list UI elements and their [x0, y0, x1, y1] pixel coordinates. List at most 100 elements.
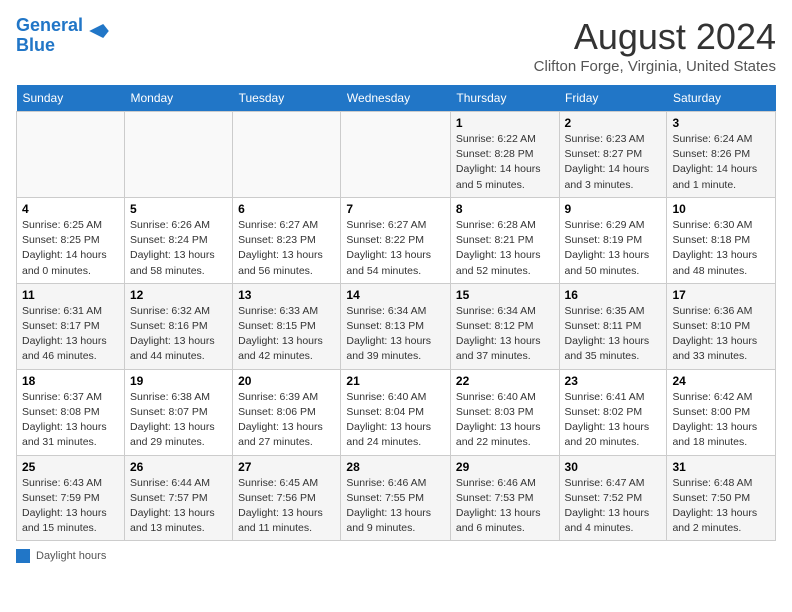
day-info: Sunrise: 6:29 AMSunset: 8:19 PMDaylight:…: [565, 218, 662, 279]
calendar-cell: 16Sunrise: 6:35 AMSunset: 8:11 PMDayligh…: [559, 283, 667, 369]
calendar-cell: [233, 112, 341, 198]
calendar-day-header: Wednesday: [341, 85, 451, 112]
day-number: 15: [456, 288, 554, 302]
day-number: 6: [238, 202, 335, 216]
calendar-cell: 23 Sunrise: 6:41 AMSunset: 8:02 PMDayligh…: [559, 369, 667, 455]
day-number: 4: [22, 202, 119, 216]
day-number: 5: [130, 202, 227, 216]
calendar-cell: 28 Sunrise: 6:46 AMSunset: 7:55 PMDayligh…: [341, 455, 451, 541]
day-info: Sunrise: 6:31 AMSunset: 8:17 PMDaylight:…: [22, 304, 119, 365]
day-number: 22: [456, 374, 554, 388]
day-number: 10: [672, 202, 770, 216]
calendar-day-header: Monday: [124, 85, 232, 112]
location-title: Clifton Forge, Virginia, United States: [534, 58, 776, 75]
day-number: 18: [22, 374, 119, 388]
calendar-cell: 14 Sunrise: 6:34 AMSunset: 8:13 PMDayligh…: [341, 283, 451, 369]
day-number: 23: [565, 374, 662, 388]
day-info: Sunrise: 6:44 AMSunset: 7:57 PMDaylight:…: [130, 476, 227, 537]
day-number: 14: [346, 288, 445, 302]
day-number: 7: [346, 202, 445, 216]
day-number: 24: [672, 374, 770, 388]
day-number: 3: [672, 116, 770, 130]
day-info: Sunrise: 6:27 AMSunset: 8:23 PMDaylight:…: [238, 218, 335, 279]
calendar-cell: 27Sunrise: 6:45 AMSunset: 7:56 PMDayligh…: [233, 455, 341, 541]
calendar-cell: 31 Sunrise: 6:48 AMSunset: 7:50 PMDayligh…: [667, 455, 776, 541]
calendar-cell: 29 Sunrise: 6:46 AMSunset: 7:53 PMDayligh…: [450, 455, 559, 541]
day-number: 27: [238, 460, 335, 474]
day-info: Sunrise: 6:46 AMSunset: 7:55 PMDaylight:…: [346, 476, 445, 537]
calendar-day-header: Sunday: [17, 85, 125, 112]
day-number: 12: [130, 288, 227, 302]
day-number: 9: [565, 202, 662, 216]
calendar-cell: 11Sunrise: 6:31 AMSunset: 8:17 PMDayligh…: [17, 283, 125, 369]
calendar-cell: 17 Sunrise: 6:36 AMSunset: 8:10 PMDayligh…: [667, 283, 776, 369]
day-info: Sunrise: 6:27 AMSunset: 8:22 PMDaylight:…: [346, 218, 445, 279]
day-info: Sunrise: 6:37 AMSunset: 8:08 PMDaylight:…: [22, 390, 119, 451]
day-number: 20: [238, 374, 335, 388]
day-number: 29: [456, 460, 554, 474]
day-number: 1: [456, 116, 554, 130]
calendar-cell: 9 Sunrise: 6:29 AMSunset: 8:19 PMDaylight…: [559, 197, 667, 283]
day-info: Sunrise: 6:41 AMSunset: 8:02 PMDaylight:…: [565, 390, 662, 451]
day-info: Sunrise: 6:30 AMSunset: 8:18 PMDaylight:…: [672, 218, 770, 279]
day-number: 28: [346, 460, 445, 474]
day-info: Sunrise: 6:32 AMSunset: 8:16 PMDaylight:…: [130, 304, 227, 365]
day-number: 21: [346, 374, 445, 388]
day-info: Sunrise: 6:23 AMSunset: 8:27 PMDaylight:…: [565, 132, 662, 193]
day-info: Sunrise: 6:46 AMSunset: 7:53 PMDaylight:…: [456, 476, 554, 537]
day-info: Sunrise: 6:43 AMSunset: 7:59 PMDaylight:…: [22, 476, 119, 537]
calendar-cell: 26 Sunrise: 6:44 AMSunset: 7:57 PMDayligh…: [124, 455, 232, 541]
day-info: Sunrise: 6:25 AMSunset: 8:25 PMDaylight:…: [22, 218, 119, 279]
calendar-cell: 18 Sunrise: 6:37 AMSunset: 8:08 PMDayligh…: [17, 369, 125, 455]
calendar-cell: 4 Sunrise: 6:25 AMSunset: 8:25 PMDaylight…: [17, 197, 125, 283]
day-info: Sunrise: 6:34 AMSunset: 8:13 PMDaylight:…: [346, 304, 445, 365]
calendar-cell: 24Sunrise: 6:42 AMSunset: 8:00 PMDayligh…: [667, 369, 776, 455]
day-info: Sunrise: 6:33 AMSunset: 8:15 PMDaylight:…: [238, 304, 335, 365]
calendar-cell: 3 Sunrise: 6:24 AMSunset: 8:26 PMDaylight…: [667, 112, 776, 198]
day-info: Sunrise: 6:28 AMSunset: 8:21 PMDaylight:…: [456, 218, 554, 279]
day-info: Sunrise: 6:36 AMSunset: 8:10 PMDaylight:…: [672, 304, 770, 365]
title-area: August 2024 Clifton Forge, Virginia, Uni…: [534, 16, 776, 75]
calendar-table: SundayMondayTuesdayWednesdayThursdayFrid…: [16, 85, 776, 541]
day-info: Sunrise: 6:26 AMSunset: 8:24 PMDaylight:…: [130, 218, 227, 279]
day-number: 17: [672, 288, 770, 302]
page-header: General Blue August 2024 Clifton Forge, …: [16, 16, 776, 75]
day-info: Sunrise: 6:40 AMSunset: 8:04 PMDaylight:…: [346, 390, 445, 451]
calendar-cell: 25 Sunrise: 6:43 AMSunset: 7:59 PMDayligh…: [17, 455, 125, 541]
day-number: 26: [130, 460, 227, 474]
day-number: 31: [672, 460, 770, 474]
day-info: Sunrise: 6:47 AMSunset: 7:52 PMDaylight:…: [565, 476, 662, 537]
day-info: Sunrise: 6:22 AMSunset: 8:28 PMDaylight:…: [456, 132, 554, 193]
legend-color-box: [16, 549, 30, 563]
calendar-cell: 21 Sunrise: 6:40 AMSunset: 8:04 PMDayligh…: [341, 369, 451, 455]
day-number: 25: [22, 460, 119, 474]
calendar-cell: 7 Sunrise: 6:27 AMSunset: 8:22 PMDaylight…: [341, 197, 451, 283]
day-info: Sunrise: 6:24 AMSunset: 8:26 PMDaylight:…: [672, 132, 770, 193]
day-info: Sunrise: 6:38 AMSunset: 8:07 PMDaylight:…: [130, 390, 227, 451]
calendar-cell: 30 Sunrise: 6:47 AMSunset: 7:52 PMDayligh…: [559, 455, 667, 541]
day-number: 16: [565, 288, 662, 302]
calendar-cell: 10 Sunrise: 6:30 AMSunset: 8:18 PMDayligh…: [667, 197, 776, 283]
day-number: 8: [456, 202, 554, 216]
legend-area: Daylight hours: [16, 549, 776, 563]
logo-text: General Blue: [16, 16, 83, 56]
calendar-cell: 5 Sunrise: 6:26 AMSunset: 8:24 PMDaylight…: [124, 197, 232, 283]
day-number: 30: [565, 460, 662, 474]
calendar-cell: 1 Sunrise: 6:22 AMSunset: 8:28 PMDaylight…: [450, 112, 559, 198]
calendar-cell: 20 Sunrise: 6:39 AMSunset: 8:06 PMDayligh…: [233, 369, 341, 455]
day-number: 2: [565, 116, 662, 130]
month-title: August 2024: [534, 16, 776, 58]
logo: General Blue: [16, 16, 113, 56]
calendar-cell: 2 Sunrise: 6:23 AMSunset: 8:27 PMDaylight…: [559, 112, 667, 198]
calendar-cell: 8 Sunrise: 6:28 AMSunset: 8:21 PMDaylight…: [450, 197, 559, 283]
calendar-cell: 19Sunrise: 6:38 AMSunset: 8:07 PMDayligh…: [124, 369, 232, 455]
day-info: Sunrise: 6:39 AMSunset: 8:06 PMDaylight:…: [238, 390, 335, 451]
calendar-cell: 22Sunrise: 6:40 AMSunset: 8:03 PMDayligh…: [450, 369, 559, 455]
calendar-cell: [124, 112, 232, 198]
calendar-cell: 6 Sunrise: 6:27 AMSunset: 8:23 PMDaylight…: [233, 197, 341, 283]
calendar-cell: 15Sunrise: 6:34 AMSunset: 8:12 PMDayligh…: [450, 283, 559, 369]
calendar-cell: 12 Sunrise: 6:32 AMSunset: 8:16 PMDayligh…: [124, 283, 232, 369]
calendar-day-header: Tuesday: [233, 85, 341, 112]
calendar-cell: 13Sunrise: 6:33 AMSunset: 8:15 PMDayligh…: [233, 283, 341, 369]
day-info: Sunrise: 6:48 AMSunset: 7:50 PMDaylight:…: [672, 476, 770, 537]
